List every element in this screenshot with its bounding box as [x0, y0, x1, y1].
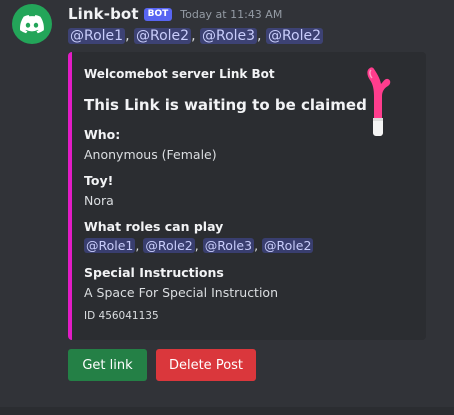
embed-author: Welcomebot server Link Bot	[84, 67, 275, 81]
bot-avatar[interactable]	[12, 4, 52, 44]
field-roles-name: What roles can play	[84, 219, 224, 234]
field-toy-value: Nora	[84, 193, 114, 208]
mention-separator: ,	[194, 238, 203, 253]
role-mention[interactable]: @Role1	[68, 28, 126, 44]
field-who-name: Who:	[84, 127, 121, 142]
get-link-button[interactable]: Get link	[68, 349, 147, 381]
field-toy-name: Toy!	[84, 173, 114, 188]
mention-separator: ,	[254, 238, 263, 253]
field-instructions-name: Special Instructions	[84, 265, 224, 280]
role-mention[interactable]: @Role2	[143, 238, 195, 253]
toy-thumbnail-image[interactable]	[364, 66, 392, 138]
field-roles-value: @Role1, @Role2, @Role3, @Role2	[84, 238, 314, 253]
message-content: @Role1, @Role2, @Role3, @Role2	[68, 26, 324, 46]
delete-post-button[interactable]: Delete Post	[156, 349, 256, 381]
embed-title: This Link is waiting to be claimed	[84, 96, 367, 114]
message-divider	[0, 407, 454, 415]
timestamp[interactable]: Today at 11:43 AM	[180, 8, 282, 21]
field-who-value: Anonymous (Female)	[84, 147, 217, 162]
link-embed: Welcomebot server Link Bot This Link is …	[68, 52, 426, 340]
embed-footer: ID 456041135	[84, 310, 159, 322]
role-mention[interactable]: @Role3	[202, 238, 255, 253]
role-mention[interactable]: @Role2	[133, 28, 192, 44]
field-instructions-value: A Space For Special Instruction	[84, 285, 279, 300]
mention-separator: ,	[191, 28, 200, 44]
message-header: Link-bot BOT Today at 11:43 AM	[68, 4, 282, 24]
discord-logo-icon	[20, 14, 44, 33]
role-mention[interactable]: @Role2	[265, 28, 324, 44]
mention-separator: ,	[125, 28, 134, 44]
username[interactable]: Link-bot	[68, 5, 139, 23]
chat-message: Link-bot BOT Today at 11:43 AM @Role1, @…	[0, 0, 454, 415]
role-mention[interactable]: @Role2	[262, 238, 314, 253]
role-mention[interactable]: @Role3	[199, 28, 258, 44]
mention-separator: ,	[257, 28, 266, 44]
bot-badge: BOT	[143, 7, 173, 21]
role-mention[interactable]: @Role1	[84, 238, 136, 253]
